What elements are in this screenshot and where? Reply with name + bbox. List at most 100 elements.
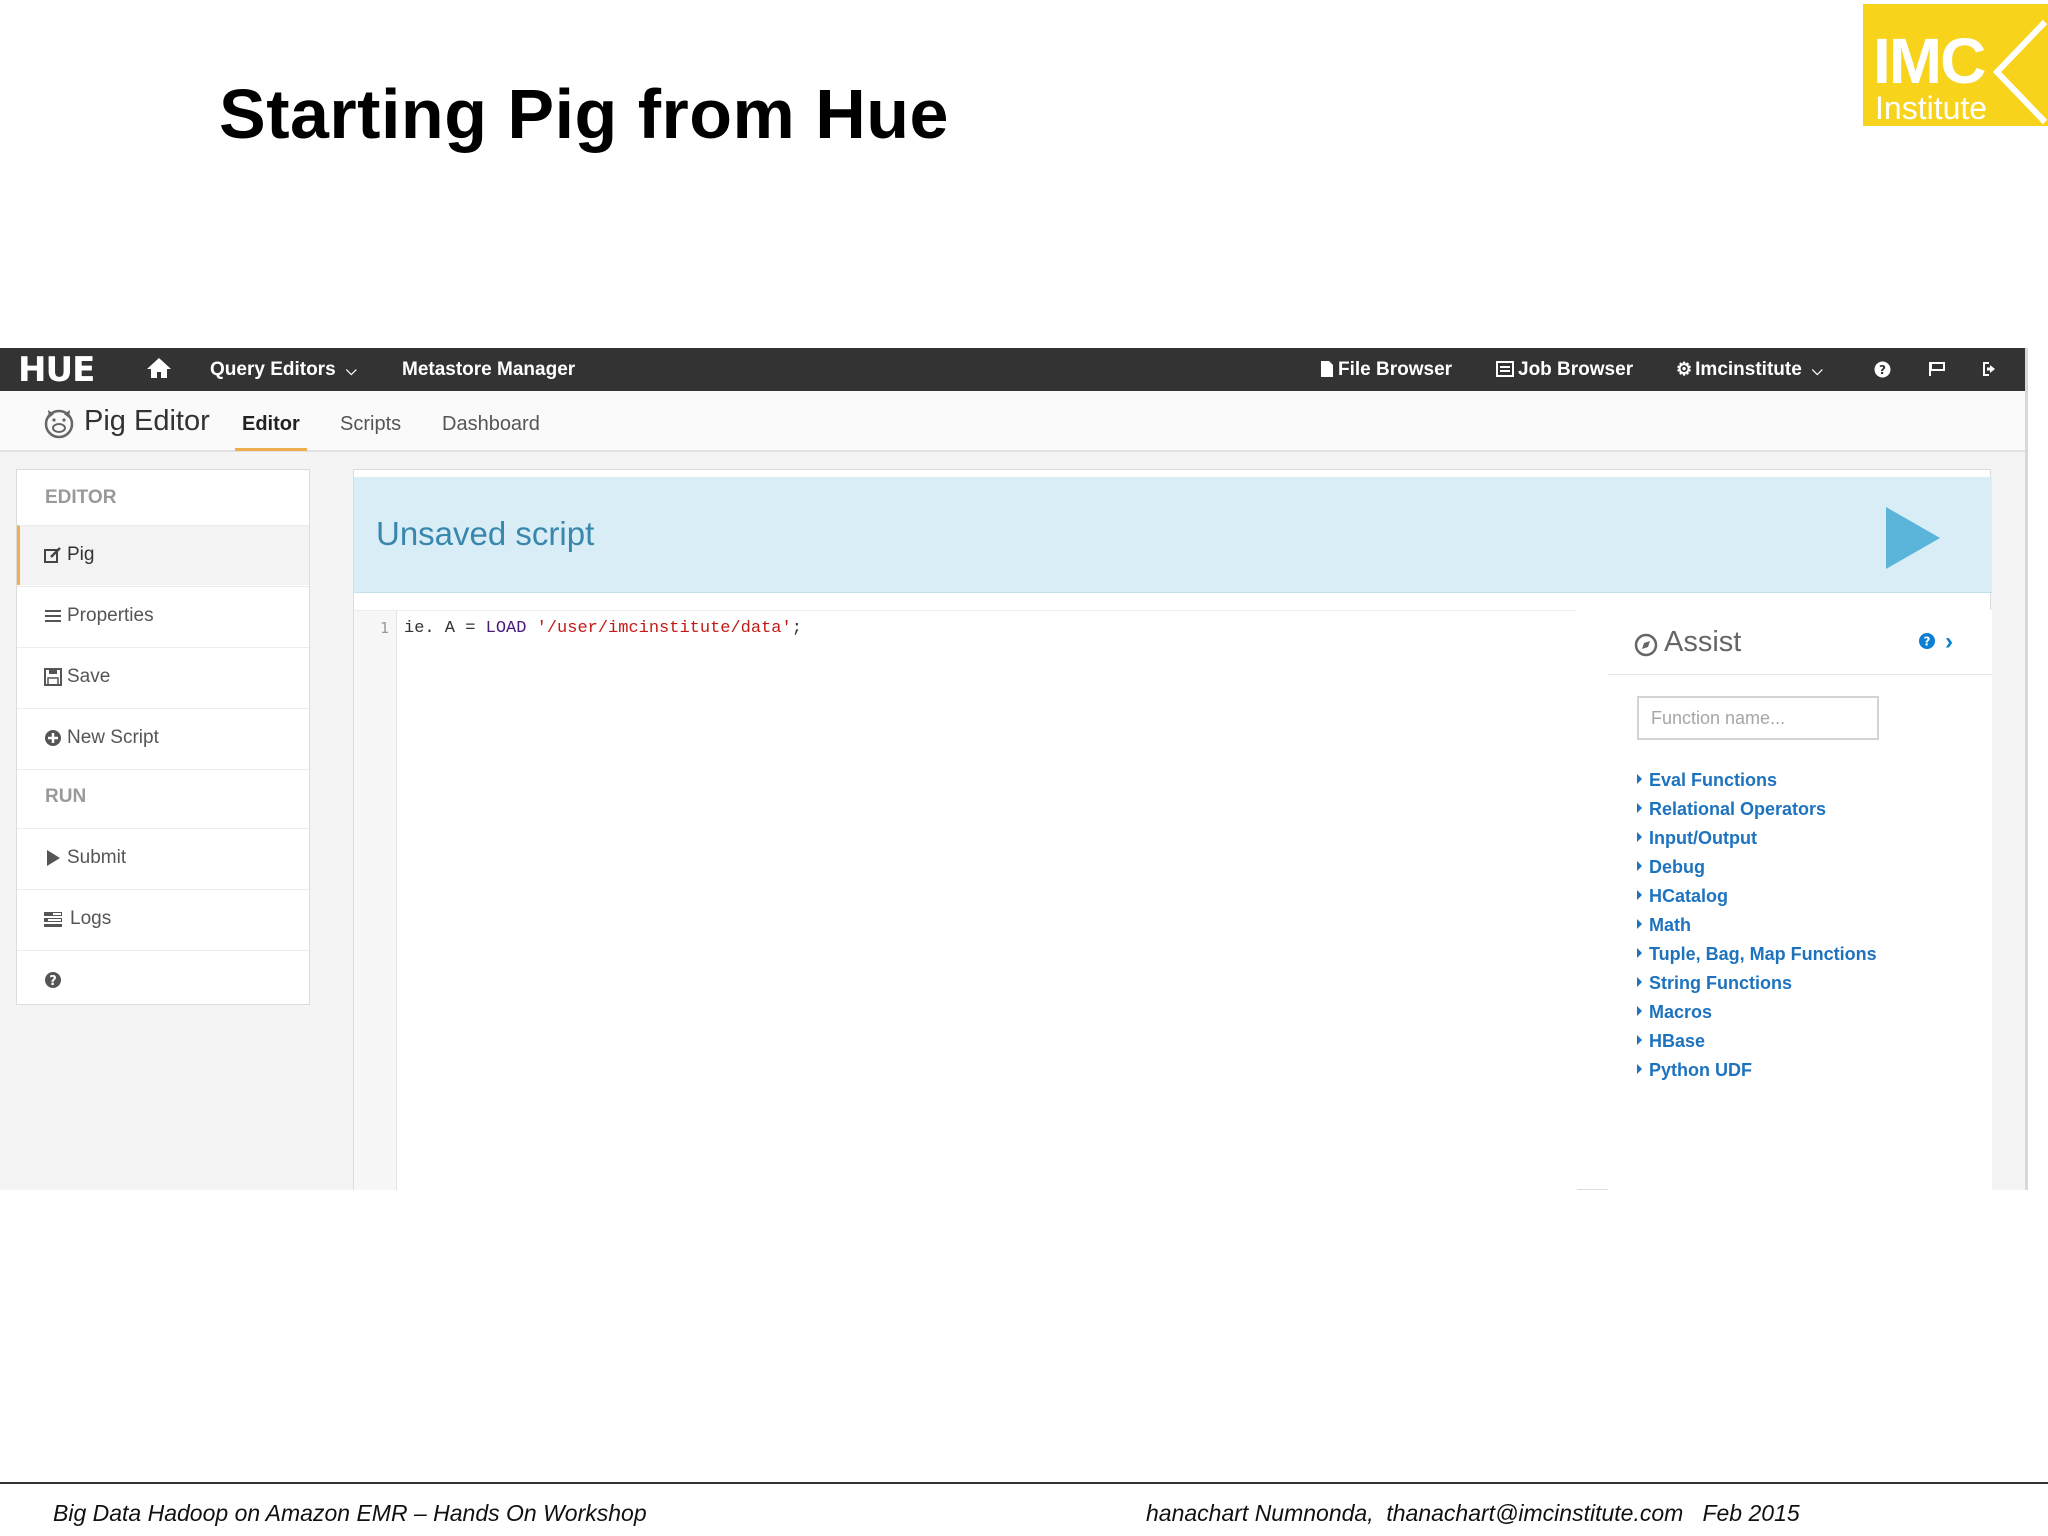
svg-text:?: ?: [1924, 635, 1931, 649]
edit-icon: [44, 547, 61, 563]
sidebar-item-submit[interactable]: Submit: [17, 828, 309, 888]
help-button[interactable]: ?: [1874, 348, 1891, 391]
function-category[interactable]: Relational Operators: [1637, 799, 1877, 828]
function-category-label: Input/Output: [1649, 828, 1757, 848]
user-menu[interactable]: ⚙ Imcinstitute ⌵: [1676, 348, 1823, 391]
function-category[interactable]: HCatalog: [1637, 886, 1877, 915]
user-label: Imcinstitute: [1695, 359, 1802, 380]
caret-right-icon: [1637, 832, 1642, 842]
job-browser-link[interactable]: Job Browser: [1496, 348, 1633, 391]
slide: Starting Pig from Hue IMC Institute HUE …: [0, 0, 2048, 1536]
function-category[interactable]: Eval Functions: [1637, 770, 1877, 799]
code-string: '/user/imcinstitute/data': [536, 619, 792, 638]
list-alt-icon: [1496, 361, 1514, 377]
function-category[interactable]: Python UDF: [1637, 1060, 1877, 1089]
save-icon: [44, 668, 62, 686]
code-editor[interactable]: 1 ie. A = LOAD '/user/imcinstitute/data'…: [354, 610, 1577, 1190]
section-run: RUN: [17, 769, 309, 828]
sidebar-item-label: Pig: [67, 544, 95, 565]
caret-right-icon: [1637, 774, 1642, 784]
footer-author: hanachart Numnonda, thanachart@imcinstit…: [1146, 1500, 1800, 1526]
svg-text:?: ?: [49, 974, 57, 989]
caret-right-icon: [1637, 1064, 1642, 1074]
file-browser-label: File Browser: [1338, 359, 1453, 380]
cogs-icon: ⚙: [1676, 359, 1693, 379]
hue-logo[interactable]: HUE: [18, 350, 95, 390]
imc-institute-logo: IMC Institute: [1863, 4, 2048, 126]
sidebar-item-label: Submit: [67, 847, 127, 868]
section-editor-heading: EDITOR: [45, 487, 117, 508]
play-icon: [47, 850, 60, 866]
sidebar-item-label: New Script: [67, 727, 159, 748]
logout-button[interactable]: [1982, 348, 1999, 391]
function-category-label: Python UDF: [1649, 1060, 1752, 1080]
caret-right-icon: [1637, 1006, 1642, 1016]
assist-panel: Assist ? › Eval Functions Relational Ope…: [1608, 610, 1992, 1190]
chevron-right-icon[interactable]: ›: [1945, 628, 1953, 656]
logo-subtext: Institute: [1875, 90, 1988, 126]
home-icon: [147, 358, 171, 378]
function-category[interactable]: Input/Output: [1637, 828, 1877, 857]
function-category-label: String Functions: [1649, 973, 1792, 993]
job-browser-label: Job Browser: [1518, 359, 1634, 380]
editor-sidebar: EDITOR Pig Properties Save New Script RU…: [16, 469, 310, 1005]
function-list: Eval Functions Relational Operators Inpu…: [1637, 770, 1877, 1089]
flag-button[interactable]: [1928, 348, 1946, 391]
sidebar-item-logs[interactable]: Logs: [17, 889, 309, 949]
file-browser-link[interactable]: File Browser: [1320, 348, 1452, 391]
function-category-label: Macros: [1649, 1002, 1713, 1022]
active-tab-indicator: [235, 448, 307, 451]
app-subnav: Pig Editor Editor Scripts Dashboard: [0, 391, 2025, 452]
file-icon: [1321, 361, 1333, 377]
script-title[interactable]: Unsaved script: [376, 515, 594, 553]
app-name[interactable]: Pig Editor: [84, 405, 210, 438]
script-panel: Unsaved script 1 ie. A = LOAD '/user/imc…: [353, 469, 1992, 1190]
assist-divider: [1608, 674, 1992, 675]
home-link[interactable]: [146, 348, 172, 391]
function-search-input[interactable]: [1637, 696, 1879, 740]
sidebar-item-new-script[interactable]: New Script: [17, 708, 309, 768]
function-category[interactable]: Debug: [1637, 857, 1877, 886]
chevron-down-icon: ⌵: [1812, 362, 1823, 378]
sign-out-icon: [1983, 362, 1995, 376]
hue-screenshot: HUE Query Editors ⌵ Metastore Manager Fi…: [0, 348, 2028, 1190]
code-line[interactable]: ie. A = LOAD '/user/imcinstitute/data';: [404, 619, 802, 638]
function-category[interactable]: Tuple, Bag, Map Functions: [1637, 944, 1877, 973]
function-category-label: Math: [1649, 915, 1691, 935]
slide-title: Starting Pig from Hue: [219, 75, 949, 153]
sidebar-item-label: Logs: [70, 908, 112, 929]
help-icon: ?: [45, 972, 61, 989]
function-category-label: HCatalog: [1649, 886, 1729, 906]
tab-scripts[interactable]: Scripts: [340, 413, 401, 436]
caret-right-icon: [1637, 919, 1642, 929]
help-icon[interactable]: ?: [1918, 632, 1936, 650]
flag-icon: [1929, 362, 1945, 376]
chevron-down-icon: ⌵: [345, 362, 357, 378]
tab-editor[interactable]: Editor: [242, 413, 300, 436]
code-keyword: LOAD: [485, 619, 527, 638]
caret-right-icon: [1637, 803, 1642, 813]
line-gutter: 1: [354, 611, 397, 1190]
metastore-manager-link[interactable]: Metastore Manager: [402, 348, 575, 391]
caret-right-icon: [1637, 948, 1642, 958]
sidebar-item-label: Properties: [67, 605, 154, 626]
sidebar-item-label: Save: [67, 666, 111, 687]
tasks-icon: [44, 912, 62, 927]
function-category[interactable]: Macros: [1637, 1002, 1877, 1031]
sidebar-help[interactable]: ?: [17, 950, 309, 1005]
caret-right-icon: [1637, 890, 1642, 900]
function-category-label: HBase: [1649, 1031, 1706, 1051]
list-icon: [45, 610, 61, 622]
function-category[interactable]: String Functions: [1637, 973, 1877, 1002]
compass-icon: [1634, 633, 1658, 657]
function-category-label: Eval Functions: [1649, 770, 1778, 790]
sidebar-item-save[interactable]: Save: [17, 647, 309, 707]
run-script-button[interactable]: [1884, 505, 1944, 571]
function-category[interactable]: HBase: [1637, 1031, 1877, 1060]
function-category[interactable]: Math: [1637, 915, 1877, 944]
query-editors-menu[interactable]: Query Editors ⌵: [210, 348, 357, 391]
sidebar-item-pig[interactable]: Pig: [17, 525, 309, 585]
sidebar-item-properties[interactable]: Properties: [17, 586, 309, 646]
tab-dashboard[interactable]: Dashboard: [442, 413, 540, 436]
caret-right-icon: [1637, 1035, 1642, 1045]
